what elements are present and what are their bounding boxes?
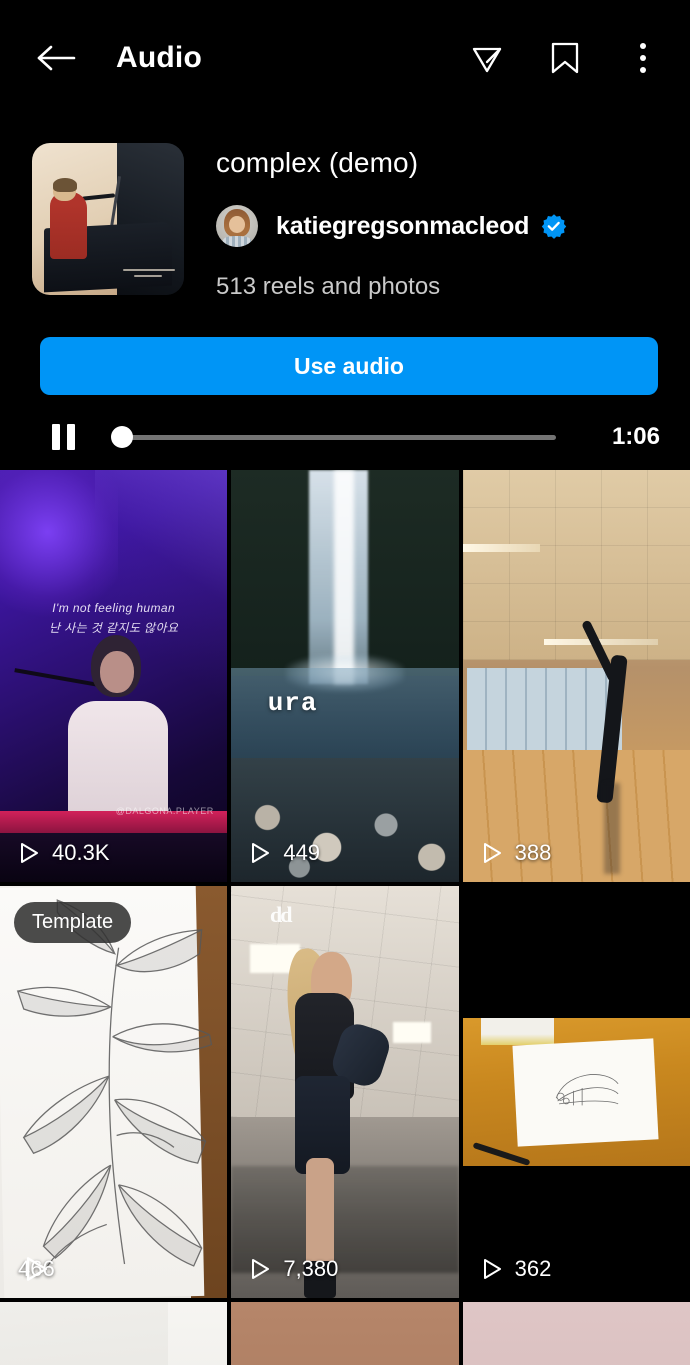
progress-track <box>113 434 556 440</box>
thumbnail-image <box>0 886 228 1298</box>
avatar <box>216 205 258 247</box>
view-count: 449 <box>249 840 320 866</box>
thumbnail-image <box>231 1302 458 1365</box>
view-count-label: 388 <box>514 840 552 865</box>
play-icon <box>483 843 501 863</box>
grid-item[interactable]: dd 7,380 <box>231 886 459 1298</box>
reels-grid: I'm not feeling human 난 사는 것 같지도 않아요 @DA… <box>0 470 690 1365</box>
audio-player: 1:06 <box>0 395 690 451</box>
view-count: 466 <box>18 1256 55 1282</box>
thumbnail-image <box>462 470 690 882</box>
view-count-label: 7,380 <box>283 1256 339 1281</box>
share-button[interactable] <box>466 37 508 79</box>
play-icon <box>21 843 38 863</box>
audio-cover-art[interactable] <box>32 143 184 295</box>
three-dots-vertical-icon <box>640 42 646 49</box>
grid-item[interactable] <box>462 1302 690 1365</box>
share-paper-plane-icon <box>472 47 502 72</box>
view-count-label: 449 <box>283 840 321 865</box>
save-button[interactable] <box>544 37 586 79</box>
back-button[interactable] <box>30 31 84 85</box>
grid-item[interactable] <box>0 1302 228 1365</box>
pause-icon <box>52 424 60 450</box>
grid-item[interactable]: 362 <box>462 886 690 1298</box>
app-header: Audio <box>0 0 690 115</box>
watermark: @DALGONA.PLAYER <box>115 806 214 817</box>
pause-button[interactable] <box>52 424 75 450</box>
play-icon <box>252 843 270 863</box>
grid-item[interactable]: I'm not feeling human 난 사는 것 같지도 않아요 @DA… <box>0 470 228 882</box>
grid-item[interactable] <box>231 1302 459 1365</box>
audio-meta: complex (demo) katiegregsonmacleod 513 r… <box>184 143 567 301</box>
page-title: Audio <box>116 40 202 74</box>
watermark: dd <box>269 902 293 928</box>
thumbnail-image: dd <box>231 886 459 1298</box>
thumbnail-image <box>462 886 690 1298</box>
thumbnail-image <box>0 1302 228 1365</box>
thumbnail-image: I'm not feeling human 난 사는 것 같지도 않아요 @DA… <box>0 470 228 882</box>
more-options-button[interactable] <box>622 37 664 79</box>
bookmark-icon <box>551 42 579 73</box>
play-icon <box>483 1259 501 1279</box>
arrow-left-icon <box>37 45 76 70</box>
header-actions <box>466 37 664 79</box>
view-count: 388 <box>481 840 552 866</box>
view-count: 40.3K <box>18 840 110 866</box>
leaf-sketch <box>16 898 213 1267</box>
template-badge[interactable]: Template <box>14 902 132 943</box>
cover-image <box>32 143 184 295</box>
view-count-label: 362 <box>514 1256 552 1281</box>
overlay-lyric-line-2: 난 사는 것 같지도 않아요 <box>48 621 179 636</box>
artist-name[interactable]: katiegregsonmacleod <box>276 212 529 241</box>
use-audio-button[interactable]: Use audio <box>40 337 658 395</box>
figure-sketch <box>556 1074 619 1106</box>
reels-count: 513 reels and photos <box>216 273 441 300</box>
grid-item[interactable]: Template 466 <box>0 886 228 1298</box>
view-count: 362 <box>481 1256 552 1282</box>
view-count: 7,380 <box>249 1256 338 1282</box>
progress-thumb[interactable] <box>110 426 133 448</box>
progress-slider[interactable] <box>110 426 556 448</box>
play-icon <box>26 1257 47 1281</box>
play-icon <box>252 1259 270 1279</box>
verified-badge-icon <box>541 214 567 239</box>
grid-item[interactable]: ura 449 <box>231 470 459 882</box>
overlay-lyric-line-1: I'm not feeling human <box>52 600 176 615</box>
thumbnail-image: ura <box>231 470 459 882</box>
artist-row[interactable]: katiegregsonmacleod <box>216 205 567 247</box>
view-count-label: 40.3K <box>52 840 110 865</box>
thumbnail-image <box>463 1302 690 1365</box>
audio-title: complex (demo) <box>216 147 419 178</box>
grid-item[interactable]: 388 <box>462 470 690 882</box>
audio-info: complex (demo) katiegregsonmacleod 513 r… <box>0 115 690 301</box>
overlay-text: ura <box>267 688 318 719</box>
duration-label: 1:06 <box>611 423 660 450</box>
audio-page: Audio complex (demo) katiegregsonmacleod… <box>0 0 690 1365</box>
